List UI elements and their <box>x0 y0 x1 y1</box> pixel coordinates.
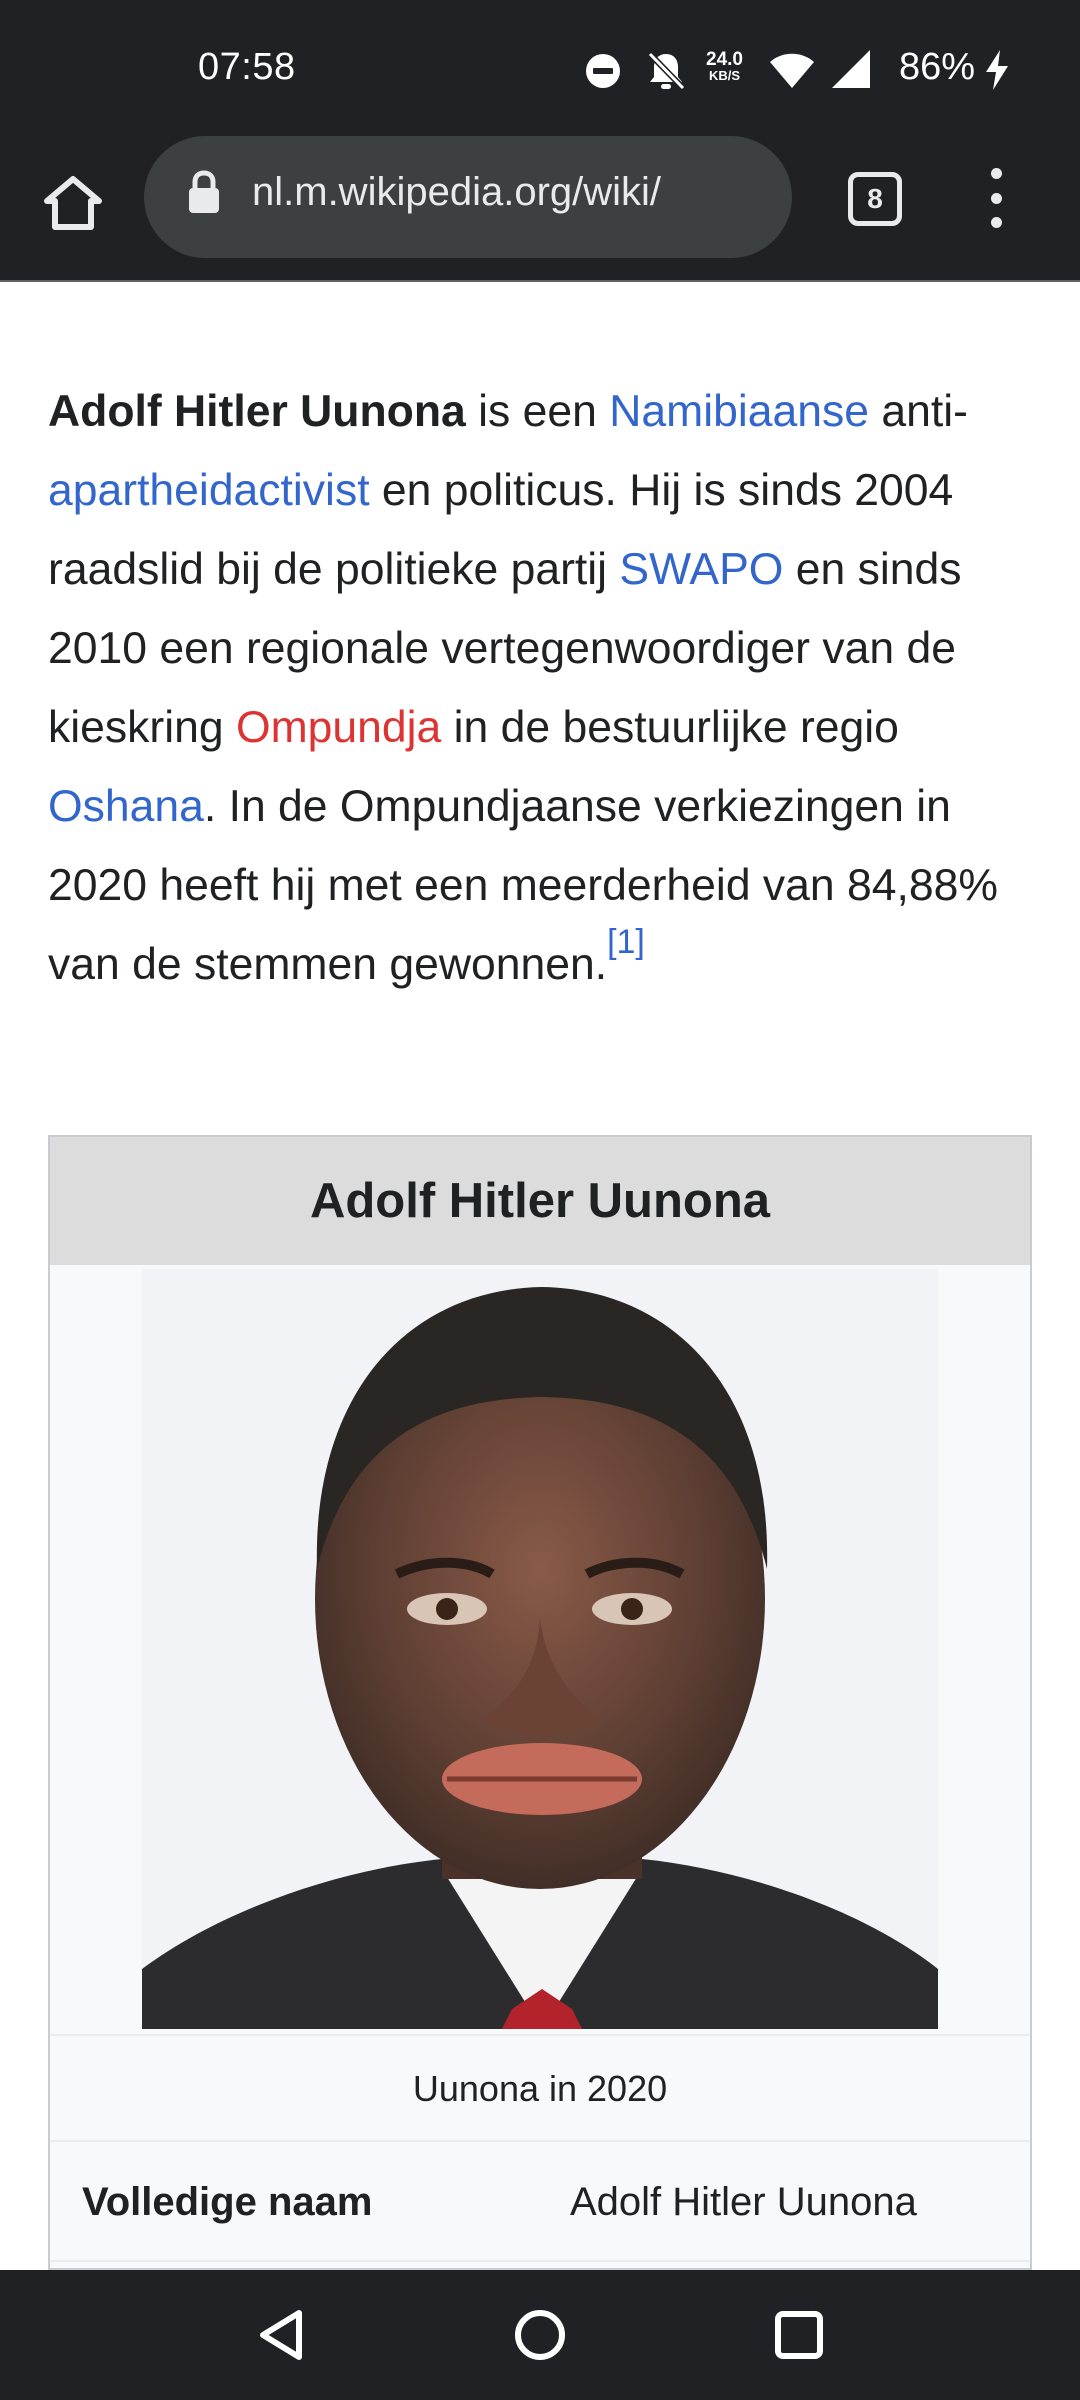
infobox-caption: Uunona in 2020 <box>50 2034 1030 2142</box>
recents-square-icon <box>775 2311 823 2359</box>
status-time: 07:58 <box>198 46 296 88</box>
menu-dot <box>990 217 1002 228</box>
lock-icon <box>189 170 219 213</box>
menu-dot <box>990 192 1002 204</box>
portrait-photo[interactable] <box>142 1269 938 2029</box>
reference-link[interactable]: [1] <box>607 923 645 961</box>
infobox-row-full-name: Volledige naam Adolf Hitler Uunona <box>50 2144 1030 2262</box>
article-text: anti- <box>869 387 968 436</box>
article-link[interactable]: Oshana <box>48 782 204 831</box>
net-speed-unit: KB/S <box>708 68 741 83</box>
do-not-disturb-icon <box>586 54 620 88</box>
infobox-row-label: Volledige naam <box>82 2180 373 2224</box>
status-bar: 07:58 24.0 KB/S 86% <box>0 0 1080 140</box>
nav-home-button[interactable] <box>505 2300 575 2370</box>
infobox-title: Adolf Hitler Uunona <box>50 1137 1030 1265</box>
nav-recents-button[interactable] <box>764 2300 834 2370</box>
net-speed: 24.0 KB/S <box>706 50 743 83</box>
home-icon <box>44 176 102 230</box>
article-link[interactable]: SWAPO <box>619 545 783 594</box>
tab-switcher-button[interactable]: 8 <box>848 172 902 226</box>
back-icon <box>260 2310 302 2360</box>
article-text: is een <box>465 387 610 436</box>
portrait-illustration <box>142 1269 938 2029</box>
charging-bolt-icon <box>986 50 1008 90</box>
overflow-menu-button[interactable] <box>978 168 1014 228</box>
system-nav-bar <box>0 2270 1080 2400</box>
infobox: Adolf Hitler Uunona Uunona in 2020 Volle… <box>48 1135 1032 2270</box>
infobox-row-value: Adolf Hitler Uunona <box>570 2180 917 2224</box>
reference-superscript: [1] <box>607 923 645 961</box>
net-speed-value: 24.0 <box>706 49 743 70</box>
cell-signal-icon <box>832 50 870 88</box>
article-intro: Adolf Hitler Uunona is een Namibiaanse a… <box>48 372 1032 1004</box>
home-button[interactable] <box>38 168 108 238</box>
article-text: in de bestuurlijke regio <box>441 703 899 752</box>
battery-percent: 86% <box>899 46 976 88</box>
menu-dot <box>990 168 1002 179</box>
article-link[interactable]: Namibiaanse <box>609 387 869 436</box>
notifications-off-icon <box>647 51 686 91</box>
nav-back-button[interactable] <box>248 2300 318 2370</box>
home-circle-icon <box>515 2310 565 2360</box>
url-text[interactable]: nl.m.wikipedia.org/wiki/ <box>252 170 772 215</box>
article-subject-name: Adolf Hitler Uunona <box>48 387 466 436</box>
wifi-icon <box>770 53 814 88</box>
article-link[interactable]: apartheidactivist <box>48 466 370 515</box>
article-redlink[interactable]: Ompundja <box>236 703 441 752</box>
